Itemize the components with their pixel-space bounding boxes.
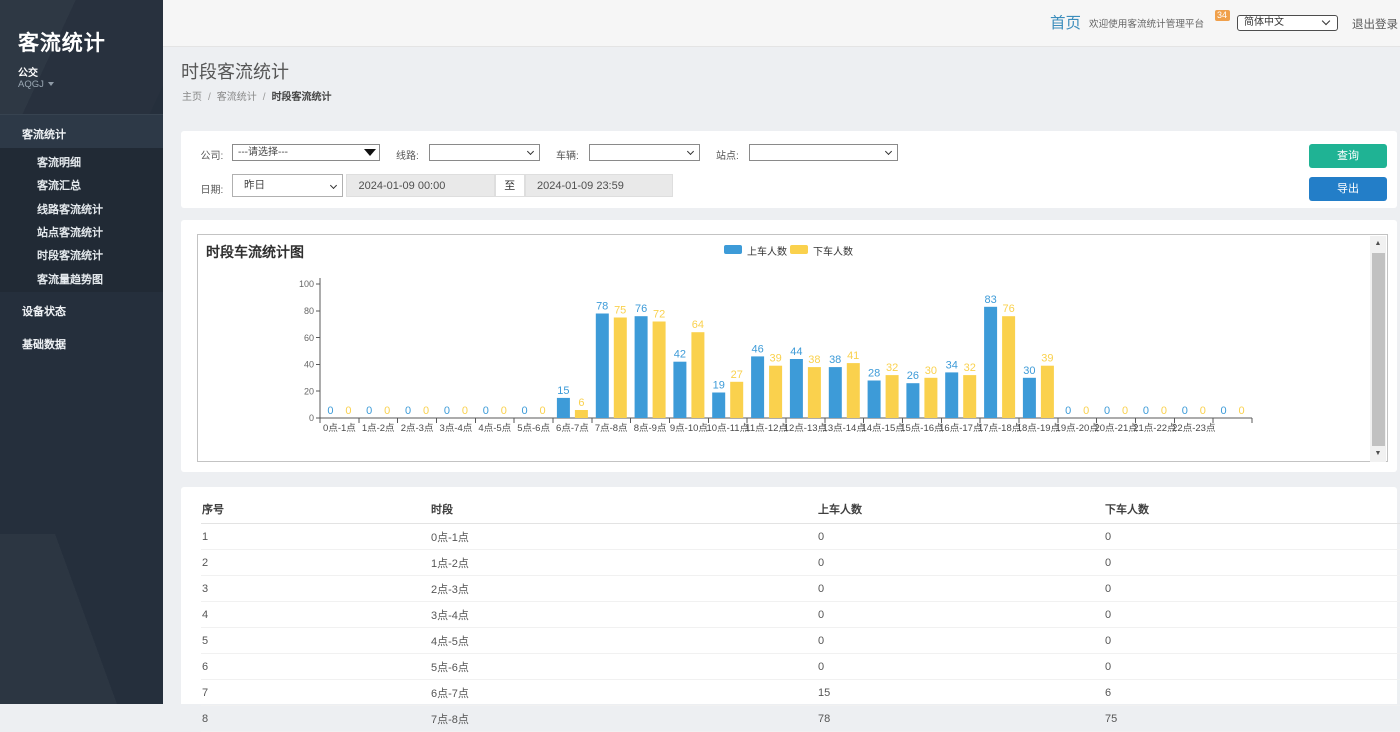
svg-text:0: 0 [444, 405, 450, 417]
svg-text:19点-20点: 19点-20点 [1056, 423, 1100, 434]
svg-text:1点-2点: 1点-2点 [362, 423, 395, 434]
svg-text:0: 0 [540, 405, 546, 417]
svg-text:100: 100 [299, 279, 314, 289]
svg-text:39: 39 [1041, 353, 1053, 365]
svg-text:0: 0 [423, 405, 429, 417]
svg-text:0: 0 [1083, 405, 1089, 417]
svg-text:0: 0 [1239, 405, 1245, 417]
svg-text:2点-3点: 2点-3点 [401, 423, 434, 434]
svg-text:38: 38 [829, 354, 841, 366]
svg-text:0: 0 [522, 405, 528, 417]
svg-text:76: 76 [635, 303, 647, 315]
svg-text:0: 0 [327, 405, 333, 417]
svg-text:0: 0 [309, 413, 314, 423]
svg-text:0: 0 [1065, 405, 1071, 417]
svg-text:9点-10点: 9点-10点 [670, 423, 709, 434]
svg-text:14点-15点: 14点-15点 [861, 423, 905, 434]
svg-text:10点-11点: 10点-11点 [707, 423, 750, 434]
svg-text:28: 28 [868, 368, 880, 380]
svg-text:32: 32 [964, 362, 976, 374]
svg-text:8点-9点: 8点-9点 [634, 423, 667, 434]
svg-text:75: 75 [614, 305, 626, 317]
svg-text:41: 41 [847, 350, 859, 362]
svg-text:64: 64 [692, 319, 704, 331]
svg-text:83: 83 [984, 294, 996, 306]
svg-text:0: 0 [1200, 405, 1206, 417]
svg-text:22点-23点: 22点-23点 [1172, 423, 1216, 434]
svg-text:0: 0 [1143, 405, 1149, 417]
svg-text:26: 26 [907, 370, 919, 382]
svg-text:0: 0 [384, 405, 390, 417]
svg-text:3点-4点: 3点-4点 [440, 423, 473, 434]
svg-text:76: 76 [1002, 303, 1014, 315]
svg-text:30: 30 [925, 365, 937, 377]
svg-text:27: 27 [731, 369, 743, 381]
svg-text:0: 0 [405, 405, 411, 417]
svg-text:15: 15 [557, 385, 569, 397]
svg-text:0点-1点: 0点-1点 [323, 423, 356, 434]
svg-text:0: 0 [1182, 405, 1188, 417]
svg-text:72: 72 [653, 309, 665, 321]
svg-text:30: 30 [1023, 365, 1035, 377]
svg-text:32: 32 [886, 362, 898, 374]
svg-text:44: 44 [790, 346, 802, 358]
svg-text:13点-14点: 13点-14点 [823, 423, 867, 434]
svg-text:20: 20 [304, 386, 314, 396]
svg-text:46: 46 [751, 343, 763, 355]
svg-text:0: 0 [501, 405, 507, 417]
svg-text:39: 39 [769, 353, 781, 365]
svg-text:0: 0 [1161, 405, 1167, 417]
svg-text:6: 6 [578, 397, 584, 409]
svg-text:15点-16点: 15点-16点 [900, 423, 944, 434]
svg-text:11点-12点: 11点-12点 [745, 423, 788, 434]
svg-text:0: 0 [483, 405, 489, 417]
svg-text:6点-7点: 6点-7点 [556, 423, 589, 434]
svg-text:5点-6点: 5点-6点 [517, 423, 550, 434]
svg-text:40: 40 [304, 360, 314, 370]
svg-text:38: 38 [808, 354, 820, 366]
svg-text:34: 34 [946, 359, 958, 371]
svg-text:19: 19 [713, 380, 725, 392]
svg-text:42: 42 [674, 349, 686, 361]
svg-text:21点-22点: 21点-22点 [1133, 423, 1177, 434]
svg-text:4点-5点: 4点-5点 [478, 423, 511, 434]
svg-text:0: 0 [366, 405, 372, 417]
svg-text:80: 80 [304, 306, 314, 316]
svg-text:0: 0 [462, 405, 468, 417]
svg-text:16点-17点: 16点-17点 [939, 423, 983, 434]
svg-text:20点-21点: 20点-21点 [1094, 423, 1138, 434]
svg-text:0: 0 [1104, 405, 1110, 417]
svg-text:12点-13点: 12点-13点 [784, 423, 828, 434]
svg-text:7点-8点: 7点-8点 [595, 423, 628, 434]
svg-text:60: 60 [304, 333, 314, 343]
svg-text:78: 78 [596, 301, 608, 313]
svg-text:0: 0 [1221, 405, 1227, 417]
svg-text:0: 0 [1122, 405, 1128, 417]
svg-text:0: 0 [345, 405, 351, 417]
svg-text:17点-18点: 17点-18点 [978, 423, 1022, 434]
svg-text:18点-19点: 18点-19点 [1017, 423, 1061, 434]
